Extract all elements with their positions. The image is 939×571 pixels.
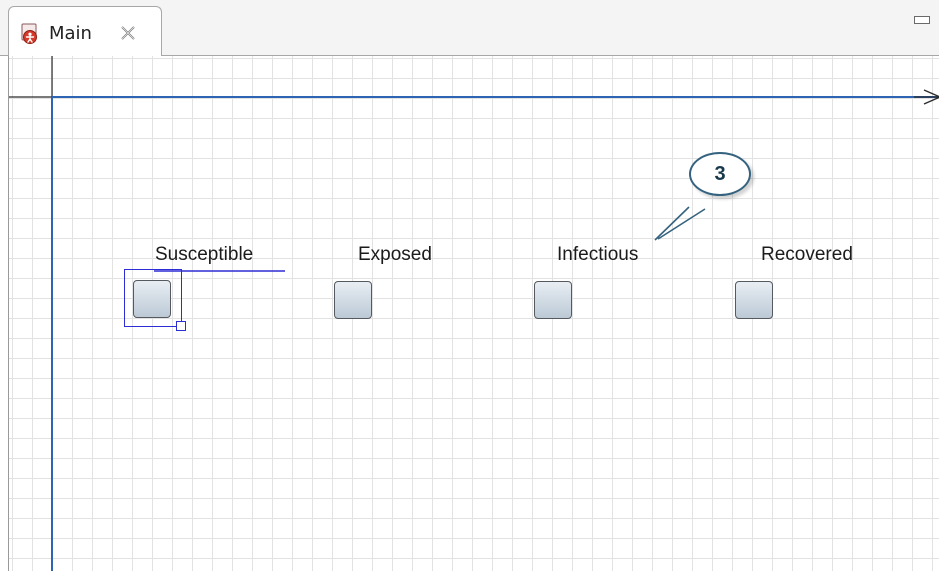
- state-label-exposed[interactable]: Exposed: [358, 244, 432, 266]
- resize-handle[interactable]: [176, 321, 186, 331]
- editor-tab-bar: Main: [0, 0, 939, 57]
- callout-pointer: [654, 206, 706, 241]
- state-label-infectious[interactable]: Infectious: [557, 244, 638, 266]
- tab-label: Main: [49, 23, 92, 44]
- diagram-canvas[interactable]: Susceptible Exposed Infectious Recovered…: [8, 56, 939, 571]
- callout-number: 3: [714, 163, 726, 185]
- close-icon[interactable]: [119, 24, 137, 42]
- minimize-icon[interactable]: [914, 16, 930, 24]
- state-exposed[interactable]: [334, 281, 372, 319]
- state-susceptible[interactable]: [133, 280, 171, 318]
- callout-bubble: 3: [689, 152, 751, 196]
- state-label-susceptible[interactable]: Susceptible: [155, 244, 253, 266]
- tab-main[interactable]: Main: [8, 6, 162, 57]
- state-label-recovered[interactable]: Recovered: [761, 244, 853, 266]
- agent-icon: [21, 23, 37, 44]
- state-recovered[interactable]: [735, 281, 773, 319]
- state-infectious[interactable]: [534, 281, 572, 319]
